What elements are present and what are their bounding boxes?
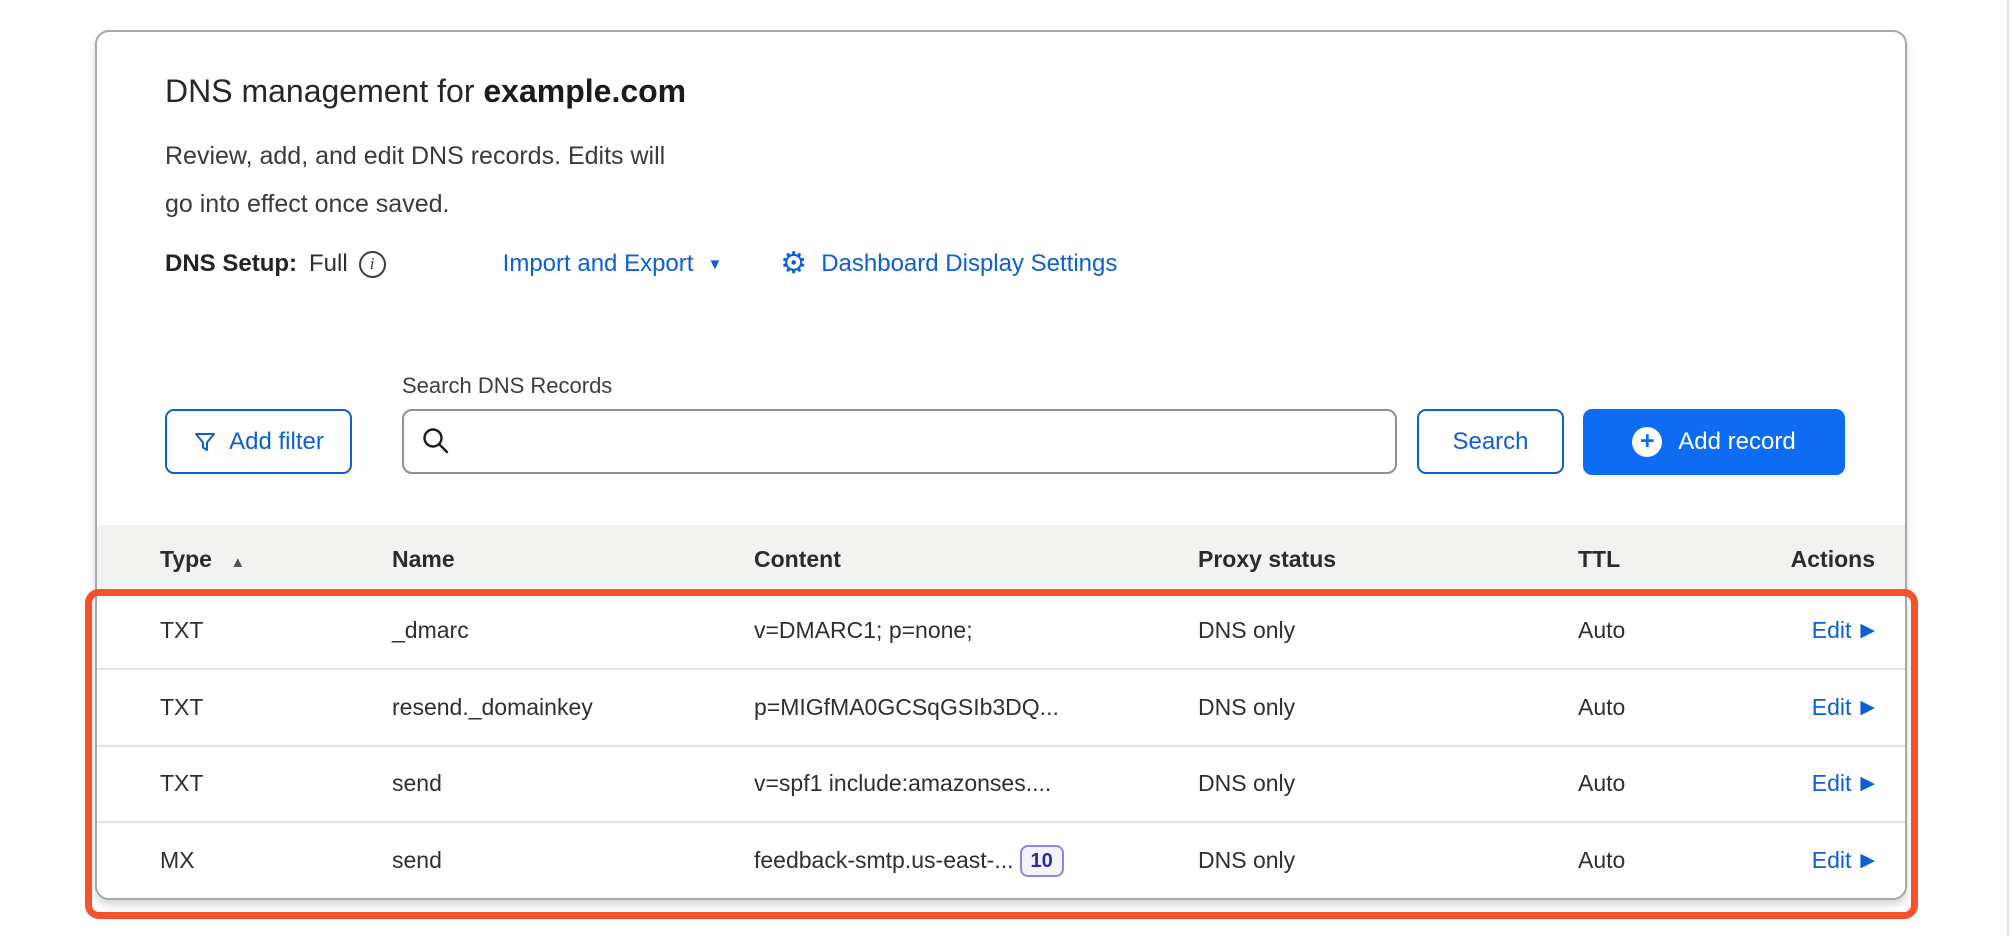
table-row: TXT send v=spf1 include:amazonses.... DN… — [97, 745, 1905, 822]
add-filter-button[interactable]: Add filter — [165, 409, 352, 474]
dashboard-display-settings-label: Dashboard Display Settings — [821, 250, 1117, 278]
sort-asc-triangle-icon: ▲ — [230, 554, 245, 571]
column-header-type[interactable]: Type ▲ — [97, 546, 392, 573]
info-circle-icon[interactable]: i — [359, 251, 386, 278]
page-subtitle: Review, add, and edit DNS records. Edits… — [165, 132, 665, 228]
cell-type: TXT — [97, 617, 392, 644]
cell-ttl: Auto — [1578, 770, 1763, 797]
add-record-button[interactable]: + Add record — [1583, 409, 1845, 475]
table-row: TXT _dmarc v=DMARC1; p=none; DNS only Au… — [97, 593, 1905, 668]
page-title: DNS management for example.com — [165, 73, 686, 110]
subtitle-line-2: go into effect once saved. — [165, 180, 665, 228]
page-edge-divider — [2007, 0, 2009, 936]
page-title-text: DNS management for — [165, 73, 483, 109]
screen: DNS management for example.com Review, a… — [0, 0, 2012, 936]
edit-label: Edit — [1812, 694, 1852, 721]
cell-content-text: feedback-smtp.us-east-... — [754, 847, 1014, 874]
funnel-icon — [193, 430, 217, 454]
table-row: TXT resend._domainkey p=MIGfMA0GCSqGSIb3… — [97, 668, 1905, 745]
edit-link[interactable]: Edit ▶ — [1812, 770, 1905, 797]
dns-setup-row: DNS Setup: Full i Import and Export ▼ ⚙ … — [165, 244, 1117, 284]
cell-name: send — [392, 770, 754, 797]
subtitle-line-1: Review, add, and edit DNS records. Edits… — [165, 132, 665, 180]
search-field-wrap — [402, 409, 1397, 474]
edit-arrow-icon: ▶ — [1860, 774, 1875, 793]
edit-link[interactable]: Edit ▶ — [1812, 694, 1905, 721]
cell-type: MX — [97, 847, 392, 874]
cell-content-text: v=spf1 include:amazonses.... — [754, 770, 1051, 797]
page-title-domain: example.com — [483, 73, 686, 109]
dns-setup-label: DNS Setup: — [165, 250, 297, 278]
cell-content-text: v=DMARC1; p=none; — [754, 617, 973, 644]
dashboard-display-settings-link[interactable]: ⚙ Dashboard Display Settings — [780, 249, 1117, 279]
cell-content-text: p=MIGfMA0GCSqGSIb3DQ... — [754, 694, 1059, 721]
column-header-actions: Actions — [1791, 546, 1905, 573]
edit-arrow-icon: ▶ — [1860, 851, 1875, 870]
dns-setup-value: Full — [309, 250, 348, 278]
table-row: MX send feedback-smtp.us-east-... 10 DNS… — [97, 821, 1905, 898]
cell-ttl: Auto — [1578, 617, 1763, 644]
column-header-proxy-status[interactable]: Proxy status — [1198, 546, 1578, 573]
search-section-label: Search DNS Records — [402, 373, 612, 399]
cell-proxy-status: DNS only — [1198, 617, 1578, 644]
cell-content: v=spf1 include:amazonses.... — [754, 770, 1198, 797]
cell-name: send — [392, 847, 754, 874]
edit-link[interactable]: Edit ▶ — [1812, 847, 1905, 874]
cell-name: _dmarc — [392, 617, 754, 644]
search-input[interactable] — [402, 409, 1397, 474]
priority-badge: 10 — [1020, 845, 1064, 877]
add-filter-label: Add filter — [229, 428, 324, 456]
column-header-ttl[interactable]: TTL — [1578, 546, 1763, 573]
edit-label: Edit — [1812, 847, 1852, 874]
plus-circle-icon: + — [1632, 427, 1662, 457]
cell-proxy-status: DNS only — [1198, 694, 1578, 721]
cell-proxy-status: DNS only — [1198, 847, 1578, 874]
search-button[interactable]: Search — [1417, 409, 1564, 474]
gear-icon: ⚙ — [780, 249, 807, 279]
column-header-content[interactable]: Content — [754, 546, 1198, 573]
table-header-row: Type ▲ Name Content Proxy status TTL Act… — [97, 525, 1905, 593]
cell-content: p=MIGfMA0GCSqGSIb3DQ... — [754, 694, 1198, 721]
chevron-down-icon: ▼ — [707, 256, 722, 273]
cell-proxy-status: DNS only — [1198, 770, 1578, 797]
dns-management-card: DNS management for example.com Review, a… — [95, 30, 1907, 900]
cell-type: TXT — [97, 694, 392, 721]
column-header-name[interactable]: Name — [392, 546, 754, 573]
edit-arrow-icon: ▶ — [1860, 621, 1875, 640]
edit-label: Edit — [1812, 770, 1852, 797]
column-header-type-label: Type — [160, 546, 212, 572]
edit-label: Edit — [1812, 617, 1852, 644]
cell-type: TXT — [97, 770, 392, 797]
edit-link[interactable]: Edit ▶ — [1812, 617, 1905, 644]
cell-content: feedback-smtp.us-east-... 10 — [754, 845, 1198, 877]
search-button-label: Search — [1452, 428, 1528, 456]
add-record-label: Add record — [1678, 428, 1795, 456]
table-body: TXT _dmarc v=DMARC1; p=none; DNS only Au… — [97, 593, 1905, 898]
edit-arrow-icon: ▶ — [1860, 698, 1875, 717]
cell-content: v=DMARC1; p=none; — [754, 617, 1198, 644]
import-export-label: Import and Export — [503, 250, 694, 278]
import-export-link[interactable]: Import and Export ▼ — [503, 250, 723, 278]
cell-ttl: Auto — [1578, 847, 1763, 874]
magnifier-icon — [420, 425, 452, 457]
cell-ttl: Auto — [1578, 694, 1763, 721]
cell-name: resend._domainkey — [392, 694, 754, 721]
